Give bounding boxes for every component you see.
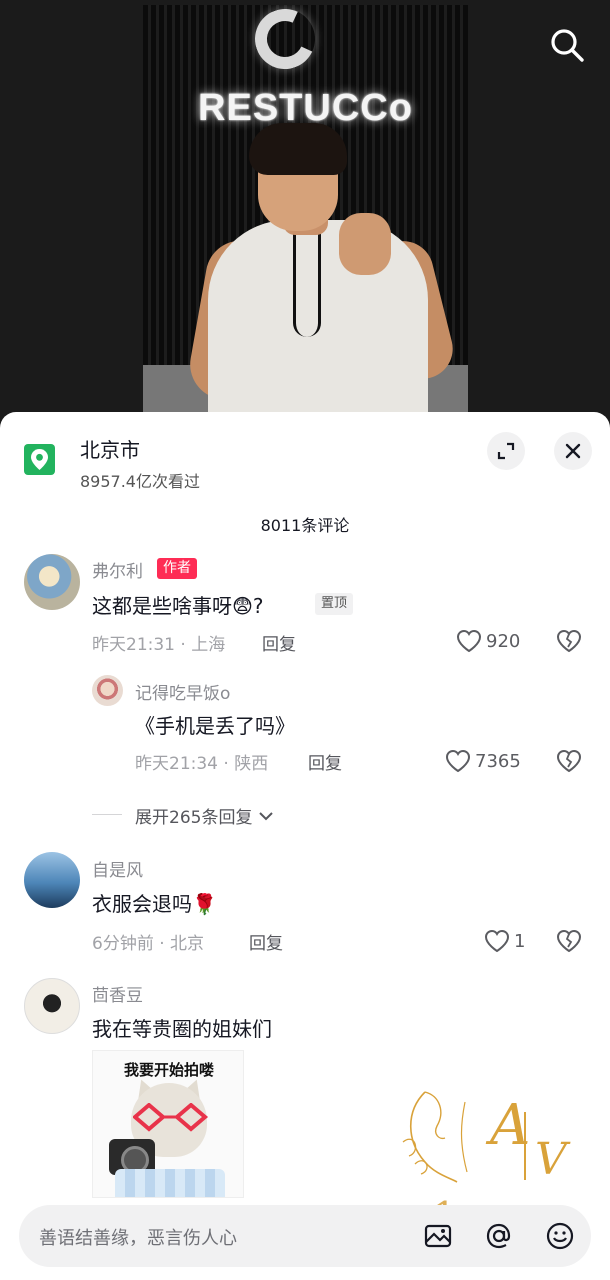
reply-button[interactable]: 回复 <box>262 630 296 655</box>
person-hair <box>249 123 347 175</box>
avatar[interactable] <box>92 675 123 706</box>
comment-count: 8011条评论 <box>260 516 350 535</box>
person-hand-peace-sign <box>339 213 391 275</box>
at-icon[interactable] <box>482 1219 516 1253</box>
comment-username[interactable]: 茴香豆 <box>92 981 143 1006</box>
like-button[interactable]: 7365 <box>445 748 521 774</box>
comment-text[interactable]: 我在等贵圈的姐妹们 <box>92 1013 272 1042</box>
heart-icon <box>484 929 510 953</box>
reply-button[interactable]: 回复 <box>308 749 342 774</box>
like-count: 920 <box>486 630 521 652</box>
reply-meta: 昨天21:34 · 陕西 <box>135 754 269 774</box>
reply-username[interactable]: 记得吃早饭o <box>135 679 230 704</box>
comment-meta: 昨天21:31 · 上海 <box>92 635 226 655</box>
comment-meta: 6分钟前 · 北京 <box>92 934 205 954</box>
image-icon[interactable] <box>421 1219 455 1253</box>
reply-text[interactable]: 《手机是丢了吗》 <box>135 710 295 739</box>
like-button[interactable]: 920 <box>456 628 520 654</box>
heart-icon <box>456 629 482 653</box>
like-count: 7365 <box>475 750 521 772</box>
location-pin-icon[interactable] <box>24 444 55 475</box>
avatar[interactable] <box>24 852 80 908</box>
brand-logo-mark <box>246 5 324 78</box>
broken-heart-icon[interactable] <box>556 628 582 654</box>
like-count: 1 <box>514 930 526 952</box>
author-badge: 作者 <box>157 558 197 579</box>
heart-icon <box>445 749 471 773</box>
location-title[interactable]: 北京市 <box>80 434 140 463</box>
expand-replies-button[interactable]: 展开265条回复 <box>135 803 274 828</box>
expand-replies-label: 展开265条回复 <box>135 808 253 828</box>
expand-button[interactable] <box>487 432 525 470</box>
comment-username[interactable]: 弗尔利 <box>92 557 143 582</box>
divider <box>92 814 122 815</box>
glasses-icon <box>133 1103 209 1132</box>
chevron-down-icon <box>259 811 274 820</box>
like-button[interactable]: 1 <box>484 928 525 954</box>
comment-sheet: 北京市 8957.4亿次看过 8011条评论 弗尔利 作者 这都是些啥事呀😨? … <box>0 412 610 1280</box>
video-player[interactable]: RESTUCCo <box>0 0 610 430</box>
emoji-icon[interactable] <box>543 1219 577 1253</box>
comment-text[interactable]: 衣服会退吗🌹 <box>92 888 217 917</box>
video-frame: RESTUCCo <box>143 5 468 425</box>
close-icon <box>565 443 581 459</box>
comment-username[interactable]: 自是风 <box>92 856 143 881</box>
reply-button[interactable]: 回复 <box>249 929 283 954</box>
avatar[interactable] <box>24 554 80 610</box>
search-icon[interactable] <box>548 26 586 64</box>
expand-icon <box>497 442 515 460</box>
broken-heart-icon[interactable] <box>556 928 582 954</box>
person-lanyard <box>293 227 321 337</box>
avatar[interactable] <box>24 978 80 1034</box>
broken-heart-icon[interactable] <box>556 748 582 774</box>
sticker-caption: 我要开始拍喽 <box>123 1061 214 1079</box>
close-button[interactable] <box>554 432 592 470</box>
sticker-cup <box>115 1169 225 1197</box>
comment-sticker-image[interactable]: 我要开始拍喽 <box>92 1050 244 1198</box>
comment-input-bar[interactable]: 善语结善缘，恶言伤人心 <box>19 1205 591 1267</box>
comment-input-placeholder[interactable]: 善语结善缘，恶言伤人心 <box>39 1224 237 1250</box>
pinned-badge: 置顶 <box>315 593 354 615</box>
location-views: 8957.4亿次看过 <box>80 472 200 491</box>
comment-text[interactable]: 这都是些啥事呀😨? <box>92 590 263 619</box>
